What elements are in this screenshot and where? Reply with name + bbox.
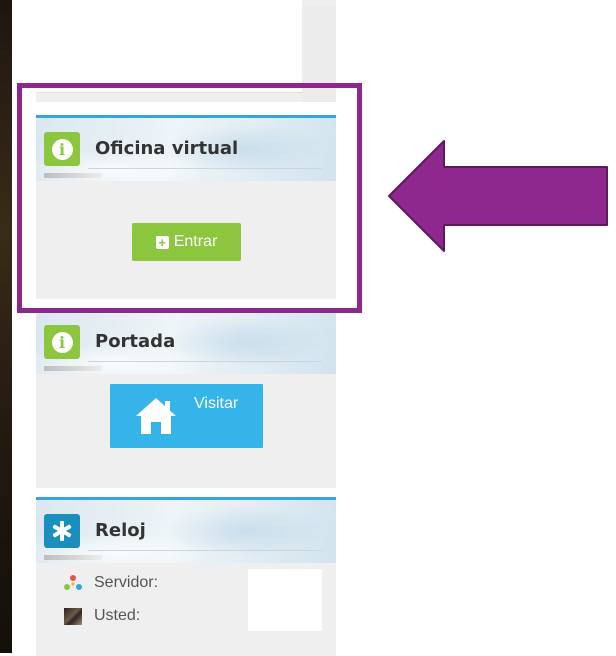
entrar-button-label: Entrar <box>173 233 218 250</box>
entrar-button[interactable]: + Entrar <box>132 223 241 261</box>
info-icon: i <box>44 325 80 359</box>
servidor-row: Servidor: <box>62 573 158 593</box>
panel-title: Portada <box>95 331 176 352</box>
header-accent <box>44 555 102 560</box>
oficina-virtual-panel: i Oficina virtual + Entrar <box>36 115 336 299</box>
asterisk-icon <box>44 514 80 548</box>
clock-display <box>248 569 322 631</box>
network-dots-icon <box>62 575 84 591</box>
reloj-body: Servidor: Usted: <box>36 563 336 653</box>
reloj-header: Reloj <box>36 500 336 563</box>
info-icon: i <box>44 132 80 166</box>
visitar-button[interactable]: Visitar <box>110 384 263 448</box>
portada-body: Visitar <box>36 374 336 485</box>
usted-label: Usted: <box>94 607 141 624</box>
plus-square-icon: + <box>155 235 169 249</box>
user-photo-icon <box>62 607 84 625</box>
portada-header: i Portada <box>36 311 336 374</box>
header-divider <box>88 361 322 362</box>
portada-panel: i Portada Visitar <box>36 308 336 488</box>
panel-title: Reloj <box>95 520 146 541</box>
header-accent <box>44 366 102 371</box>
panel-title: Oficina virtual <box>95 138 239 159</box>
previous-widget-body <box>36 0 302 93</box>
usted-row: Usted: <box>62 606 140 626</box>
previous-widget <box>36 0 336 102</box>
background-photo-strip <box>0 0 16 653</box>
reloj-panel: Reloj Servidor: Usted: <box>36 497 336 656</box>
left-arrow-icon <box>388 140 608 252</box>
home-icon <box>136 398 176 434</box>
servidor-label: Servidor: <box>94 574 159 591</box>
header-accent <box>44 173 102 178</box>
oficina-virtual-header: i Oficina virtual <box>36 118 336 181</box>
oficina-virtual-body: + Entrar <box>36 181 336 296</box>
header-divider <box>88 168 322 169</box>
sidebar-scroll-track <box>302 6 336 102</box>
header-divider <box>88 550 322 551</box>
visitar-button-label: Visitar <box>194 395 239 412</box>
